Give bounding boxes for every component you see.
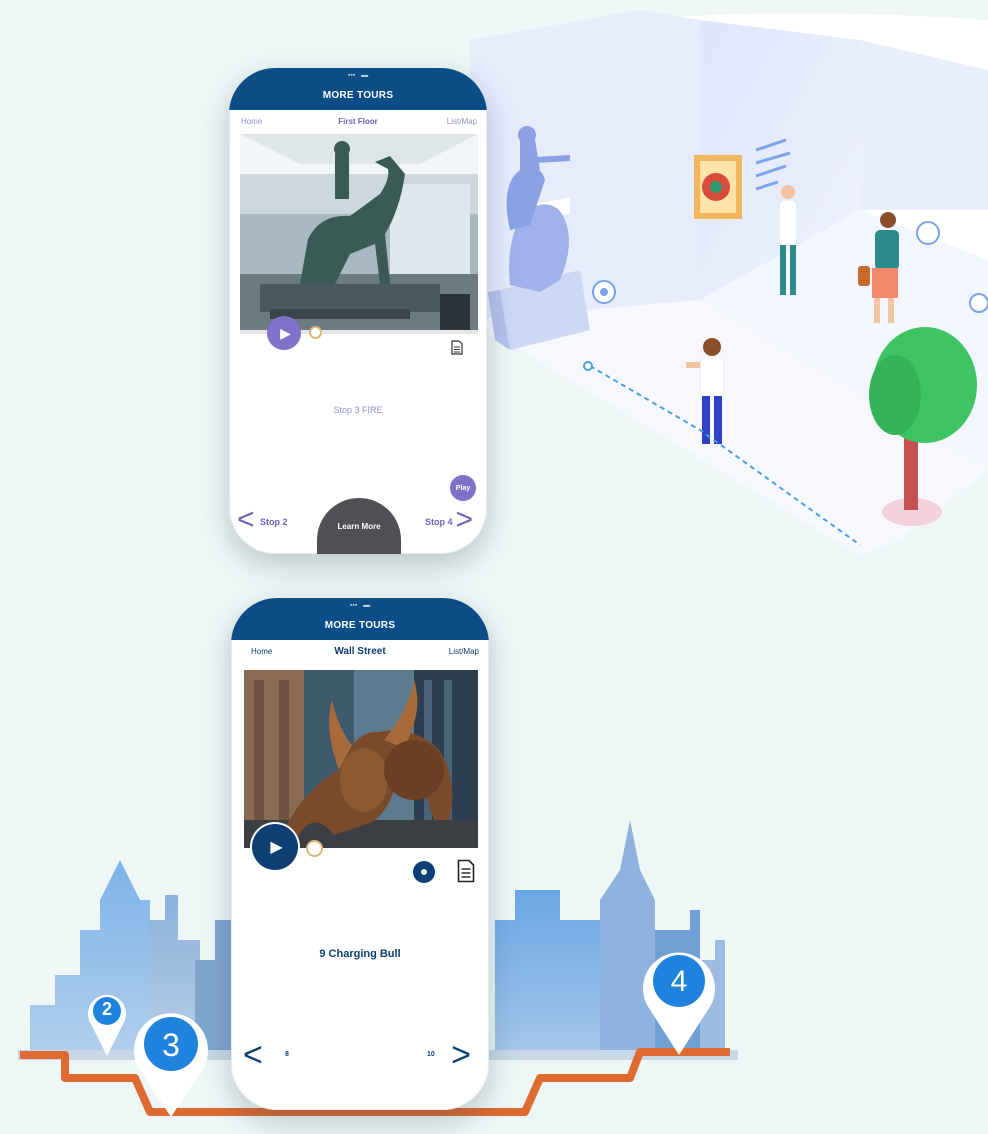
phone-wall-street: ▪▪▪ ▬ MORE TOURS Home Wall Street List/M… <box>231 598 489 1110</box>
learn-more-button[interactable]: Learn More <box>317 498 401 554</box>
audio-scrubber-handle[interactable] <box>309 326 322 339</box>
transcript-document-icon[interactable] <box>457 859 475 883</box>
museum-illustration <box>18 10 988 1116</box>
chevron-right-icon: > <box>451 1036 471 1074</box>
chevron-right-icon: > <box>455 503 473 536</box>
audio-scrubber-handle[interactable] <box>306 840 323 857</box>
exhibit-photo <box>244 670 478 848</box>
next-stop-label: 10 <box>427 1051 435 1058</box>
map-pin-3-label: 3 <box>162 1027 180 1063</box>
location-dot-icon[interactable] <box>413 861 435 883</box>
more-tours-button[interactable]: MORE TOURS <box>231 620 489 631</box>
more-tours-button[interactable]: MORE TOURS <box>229 90 487 101</box>
prev-stop-label: 8 <box>285 1051 289 1058</box>
app-header: ▪▪▪ ▬ MORE TOURS <box>231 598 489 640</box>
map-pin-2-label: 2 <box>101 999 112 1019</box>
chevron-left-icon: < <box>237 503 255 536</box>
prev-stop-label: Stop 2 <box>260 517 288 527</box>
audio-play-button[interactable]: ▶ <box>267 316 301 350</box>
phone-first-floor: ▪▪▪ ▬ MORE TOURS Home First Floor List/M… <box>229 68 487 554</box>
prev-stop-button[interactable]: < 8 <box>243 1038 293 1074</box>
stop-caption: 9 Charging Bull <box>319 948 401 960</box>
stop-caption: Stop 3 FIRE <box>333 405 383 415</box>
map-pin-4-icon <box>643 952 715 1055</box>
exhibit-photo <box>240 134 478 334</box>
list-map-link[interactable]: List/Map <box>449 647 479 656</box>
status-bar: ▪▪▪ ▬ <box>347 72 369 79</box>
learn-more-label: Learn More <box>337 522 381 531</box>
list-map-link[interactable]: List/Map <box>447 117 477 126</box>
next-stop-label: Stop 4 <box>425 517 453 527</box>
nav-bar: Home Wall Street List/Map <box>231 642 489 664</box>
play-icon: ▶ <box>280 324 291 341</box>
nav-bar: Home First Floor List/Map <box>229 112 487 134</box>
play-small-label: Play <box>455 484 471 492</box>
next-stop-button[interactable]: 10 > <box>427 1038 479 1074</box>
play-icon: ▶ <box>270 839 283 856</box>
transcript-document-icon[interactable] <box>451 340 463 355</box>
audio-play-button[interactable]: ▶ <box>252 824 298 870</box>
map-pin-4-label: 4 <box>670 965 688 998</box>
chevron-left-icon: < <box>243 1036 263 1074</box>
prev-stop-button[interactable]: < Stop 2 <box>237 503 297 536</box>
play-small-button[interactable]: Play <box>450 475 476 501</box>
app-header: ▪▪▪ ▬ MORE TOURS <box>229 68 487 110</box>
status-bar: ▪▪▪ ▬ <box>349 602 371 609</box>
next-stop-button[interactable]: Stop 4 > <box>419 503 481 536</box>
